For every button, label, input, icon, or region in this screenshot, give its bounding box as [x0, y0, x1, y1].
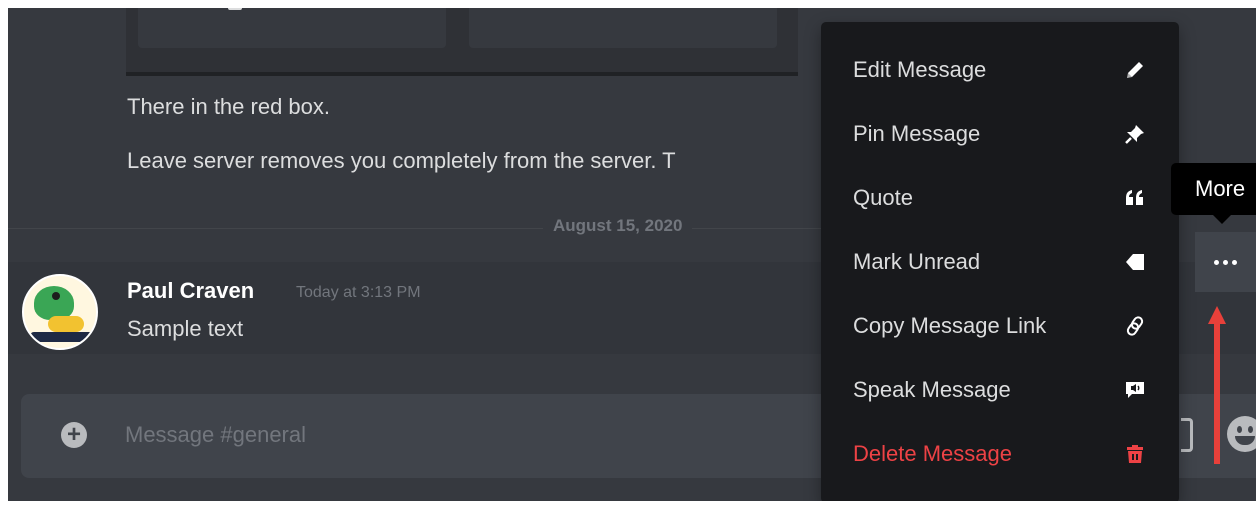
ellipsis-dot [1214, 259, 1219, 265]
chat-window: There in the red box. Leave server remov… [8, 8, 1256, 501]
tag-icon [1123, 250, 1147, 274]
avatar[interactable] [22, 274, 98, 350]
menu-item-delete-message[interactable]: Delete Message [829, 422, 1171, 486]
tooltip-caret [1213, 215, 1231, 224]
link-icon [1123, 314, 1147, 338]
pin-icon [1123, 122, 1147, 146]
menu-item-label: Speak Message [853, 377, 1011, 402]
message-input[interactable]: Message #general [125, 422, 306, 448]
annotation-arrow [1208, 306, 1226, 464]
embed-tile [138, 8, 446, 48]
gift-icon[interactable] [1181, 418, 1193, 452]
menu-item-label: Mark Unread [853, 249, 981, 274]
emoji-icon[interactable] [1227, 416, 1256, 452]
more-tooltip: More [1171, 163, 1256, 215]
menu-item-copy-message-link[interactable]: Copy Message Link [829, 294, 1171, 358]
trash-icon [1123, 442, 1147, 466]
message-line: There in the red box. [127, 94, 331, 119]
pencil-icon [1123, 58, 1147, 82]
date-divider [8, 228, 821, 229]
ellipsis-dot [1232, 259, 1237, 265]
menu-item-edit-message[interactable]: Edit Message [829, 38, 1171, 102]
message-timestamp: Today at 3:13 PM [296, 284, 421, 301]
more-options-button[interactable] [1195, 232, 1256, 292]
menu-item-label: Edit Message [853, 57, 987, 82]
message-context-menu: Edit Message Pin Message Quote Mark Unre… [821, 22, 1179, 501]
logo-banner [30, 332, 94, 342]
gamepad-logo [48, 316, 84, 332]
menu-item-speak-message[interactable]: Speak Message [829, 358, 1171, 422]
date-divider-label: August 15, 2020 [543, 216, 693, 236]
menu-item-label: Delete Message [853, 441, 1012, 466]
message-line: Leave server removes you completely from… [127, 148, 676, 173]
upload-plus-icon[interactable]: + [61, 422, 87, 448]
snake-logo [34, 286, 74, 320]
menu-item-label: Copy Message Link [853, 313, 1047, 338]
menu-item-mark-unread[interactable]: Mark Unread [829, 230, 1171, 294]
menu-item-quote[interactable]: Quote [829, 166, 1171, 230]
message-author[interactable]: Paul Craven [127, 278, 254, 304]
ellipsis-dot [1223, 259, 1228, 265]
menu-item-label: Pin Message [853, 121, 981, 146]
menu-item-pin-message[interactable]: Pin Message [829, 102, 1171, 166]
embed-preview [126, 8, 798, 76]
embed-tile [469, 8, 777, 48]
message-content: Sample text [127, 316, 244, 341]
quote-icon [1123, 186, 1147, 210]
menu-item-label: Quote [853, 185, 913, 210]
speak-icon [1123, 378, 1147, 402]
